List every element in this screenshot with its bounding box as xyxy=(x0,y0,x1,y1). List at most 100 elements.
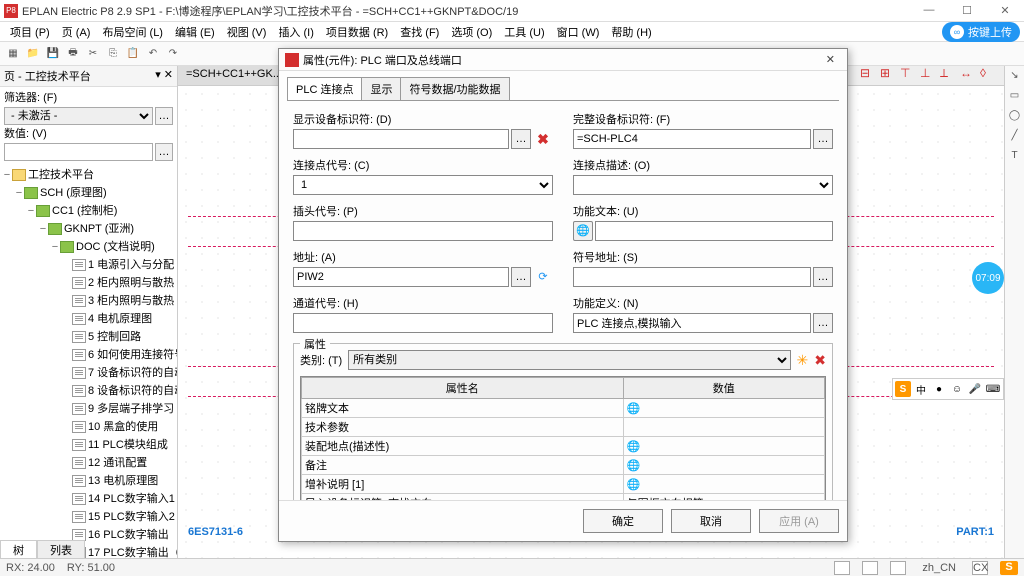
ime-emoji-icon[interactable]: ☺ xyxy=(949,381,965,397)
func-input[interactable] xyxy=(595,221,833,241)
plug-input[interactable] xyxy=(293,221,553,241)
navigator-pin-icon[interactable]: ▾ ✕ xyxy=(155,68,173,84)
tree-node[interactable]: 9 多层端子排学习 xyxy=(2,399,175,417)
tree-node[interactable]: 4 电机原理图 xyxy=(2,309,175,327)
ime-s-icon[interactable]: S xyxy=(895,381,911,397)
sym-tool[interactable]: ⊥ xyxy=(920,66,936,82)
tab-plc-conn[interactable]: PLC 连接点 xyxy=(287,77,362,100)
tree-node[interactable]: 15 PLC数字输入2 xyxy=(2,507,175,525)
tree-node[interactable]: −工控技术平台 xyxy=(2,165,175,183)
tree-node[interactable]: 1 电源引入与分配 xyxy=(2,255,175,273)
delete-prop-icon[interactable]: ✖ xyxy=(814,352,826,369)
page-tree[interactable]: −工控技术平台−SCH (原理图)−CC1 (控制柜)−GKNPT (亚洲)−D… xyxy=(0,163,177,558)
tab-symbol[interactable]: 符号数据/功能数据 xyxy=(400,77,509,100)
ok-button[interactable]: 确定 xyxy=(583,509,663,533)
sym-tool[interactable]: ⊞ xyxy=(880,66,896,82)
filter-more-button[interactable]: … xyxy=(155,107,173,125)
tb-save[interactable]: 💾 xyxy=(44,45,62,63)
conndesc-select[interactable] xyxy=(573,175,833,195)
tb-copy[interactable]: ⎘ xyxy=(104,45,122,63)
tab-list[interactable]: 列表 xyxy=(37,540,85,558)
tree-node[interactable]: 12 通讯配置 xyxy=(2,453,175,471)
sym-tool[interactable]: ↔ xyxy=(960,66,976,82)
tb-redo[interactable]: ↷ xyxy=(164,45,182,63)
menu-window[interactable]: 窗口 (W) xyxy=(551,24,606,40)
sym-tool[interactable]: ⟂ xyxy=(940,66,956,82)
ime-zh-icon[interactable]: 中 xyxy=(913,381,929,397)
table-row[interactable]: 铭牌文本🌐 xyxy=(302,399,825,418)
cloud-upload-button[interactable]: ∞ 按键上传 xyxy=(942,22,1020,42)
menu-options[interactable]: 选项 (O) xyxy=(445,24,498,40)
menu-page[interactable]: 页 (A) xyxy=(56,24,97,40)
table-row[interactable]: 技术参数 xyxy=(302,418,825,437)
table-row[interactable]: 装配地点(描述性)🌐 xyxy=(302,437,825,456)
full-dt-input[interactable] xyxy=(573,129,811,149)
tree-node[interactable]: 11 PLC模块组成 xyxy=(2,435,175,453)
tab-tree[interactable]: 树 xyxy=(0,540,37,558)
chan-input[interactable] xyxy=(293,313,553,333)
canvas-tab[interactable]: =SCH+CC1++GK... xyxy=(178,66,291,85)
tree-node[interactable]: −GKNPT (亚洲) xyxy=(2,219,175,237)
apply-button[interactable]: 应用 (A) xyxy=(759,509,839,533)
tb-paste[interactable]: 📋 xyxy=(124,45,142,63)
sym-tool[interactable]: ⊟ xyxy=(860,66,876,82)
rtb-item[interactable]: ▭ xyxy=(1007,90,1023,106)
sym-input[interactable] xyxy=(573,267,811,287)
funcdef-browse[interactable]: … xyxy=(813,313,833,333)
disp-dt-clear[interactable]: ✖ xyxy=(533,129,553,149)
status-ime-icon[interactable]: S xyxy=(1000,561,1018,575)
tb-open[interactable]: 📁 xyxy=(24,45,42,63)
ime-mic-icon[interactable]: 🎤 xyxy=(967,381,983,397)
cancel-button[interactable]: 取消 xyxy=(671,509,751,533)
rtb-item[interactable]: ↘ xyxy=(1007,70,1023,86)
addr-input[interactable] xyxy=(293,267,509,287)
menu-view[interactable]: 视图 (V) xyxy=(221,24,273,40)
table-row[interactable]: 增补说明 [1]🌐 xyxy=(302,475,825,494)
conn-select[interactable]: 1 xyxy=(293,175,553,195)
status-btn[interactable] xyxy=(862,561,878,575)
sym-browse[interactable]: … xyxy=(813,267,833,287)
menu-project[interactable]: 项目 (P) xyxy=(4,24,56,40)
menu-layout[interactable]: 布局空间 (L) xyxy=(96,24,169,40)
addr-browse[interactable]: … xyxy=(511,267,531,287)
tree-node[interactable]: 5 控制回路 xyxy=(2,327,175,345)
tb-new[interactable]: ▦ xyxy=(4,45,22,63)
menu-insert[interactable]: 插入 (I) xyxy=(272,24,319,40)
tree-node[interactable]: −DOC (文档说明) xyxy=(2,237,175,255)
sym-tool[interactable]: ◊ xyxy=(980,66,996,82)
status-cx[interactable]: CX xyxy=(972,561,988,575)
disp-dt-input[interactable] xyxy=(293,129,509,149)
funcdef-input[interactable] xyxy=(573,313,811,333)
tree-node[interactable]: 3 柜内照明与散热 xyxy=(2,291,175,309)
status-btn[interactable] xyxy=(834,561,850,575)
rtb-item[interactable]: ╱ xyxy=(1007,130,1023,146)
ime-kbd-icon[interactable]: ⌨ xyxy=(985,381,1001,397)
tree-node[interactable]: −CC1 (控制柜) xyxy=(2,201,175,219)
menu-tools[interactable]: 工具 (U) xyxy=(498,24,550,40)
globe-icon[interactable]: 🌐 xyxy=(573,221,593,241)
menu-projectdata[interactable]: 项目数据 (R) xyxy=(320,24,394,40)
status-btn[interactable] xyxy=(890,561,906,575)
addr-io-icon[interactable]: ⟳ xyxy=(533,267,553,287)
tb-cut[interactable]: ✂ xyxy=(84,45,102,63)
ime-punct-icon[interactable]: ● xyxy=(931,381,947,397)
dialog-close-button[interactable]: ✕ xyxy=(820,53,841,66)
disp-dt-browse[interactable]: … xyxy=(511,129,531,149)
full-dt-browse[interactable]: … xyxy=(813,129,833,149)
tree-node[interactable]: 10 黑盒的使用 xyxy=(2,417,175,435)
tab-display[interactable]: 显示 xyxy=(361,77,401,100)
category-select[interactable]: 所有类别 xyxy=(348,350,790,370)
new-prop-icon[interactable]: ✳ xyxy=(797,352,809,369)
close-button[interactable]: ✕ xyxy=(990,4,1020,17)
sym-tool[interactable]: ⊤ xyxy=(900,66,916,82)
menu-find[interactable]: 查找 (F) xyxy=(394,24,445,40)
minimize-button[interactable]: — xyxy=(914,4,944,17)
menu-help[interactable]: 帮助 (H) xyxy=(605,24,657,40)
table-row[interactable]: 导入设备标识符: 查找方向与图框方向相符 xyxy=(302,494,825,501)
table-row[interactable]: 备注🌐 xyxy=(302,456,825,475)
filter-select[interactable]: - 未激活 - xyxy=(4,107,153,125)
maximize-button[interactable]: ☐ xyxy=(952,4,982,17)
tb-print[interactable]: 🖶 xyxy=(64,45,82,63)
tree-node[interactable]: 14 PLC数字输入1 xyxy=(2,489,175,507)
tree-node[interactable]: 2 柜内照明与散热 xyxy=(2,273,175,291)
